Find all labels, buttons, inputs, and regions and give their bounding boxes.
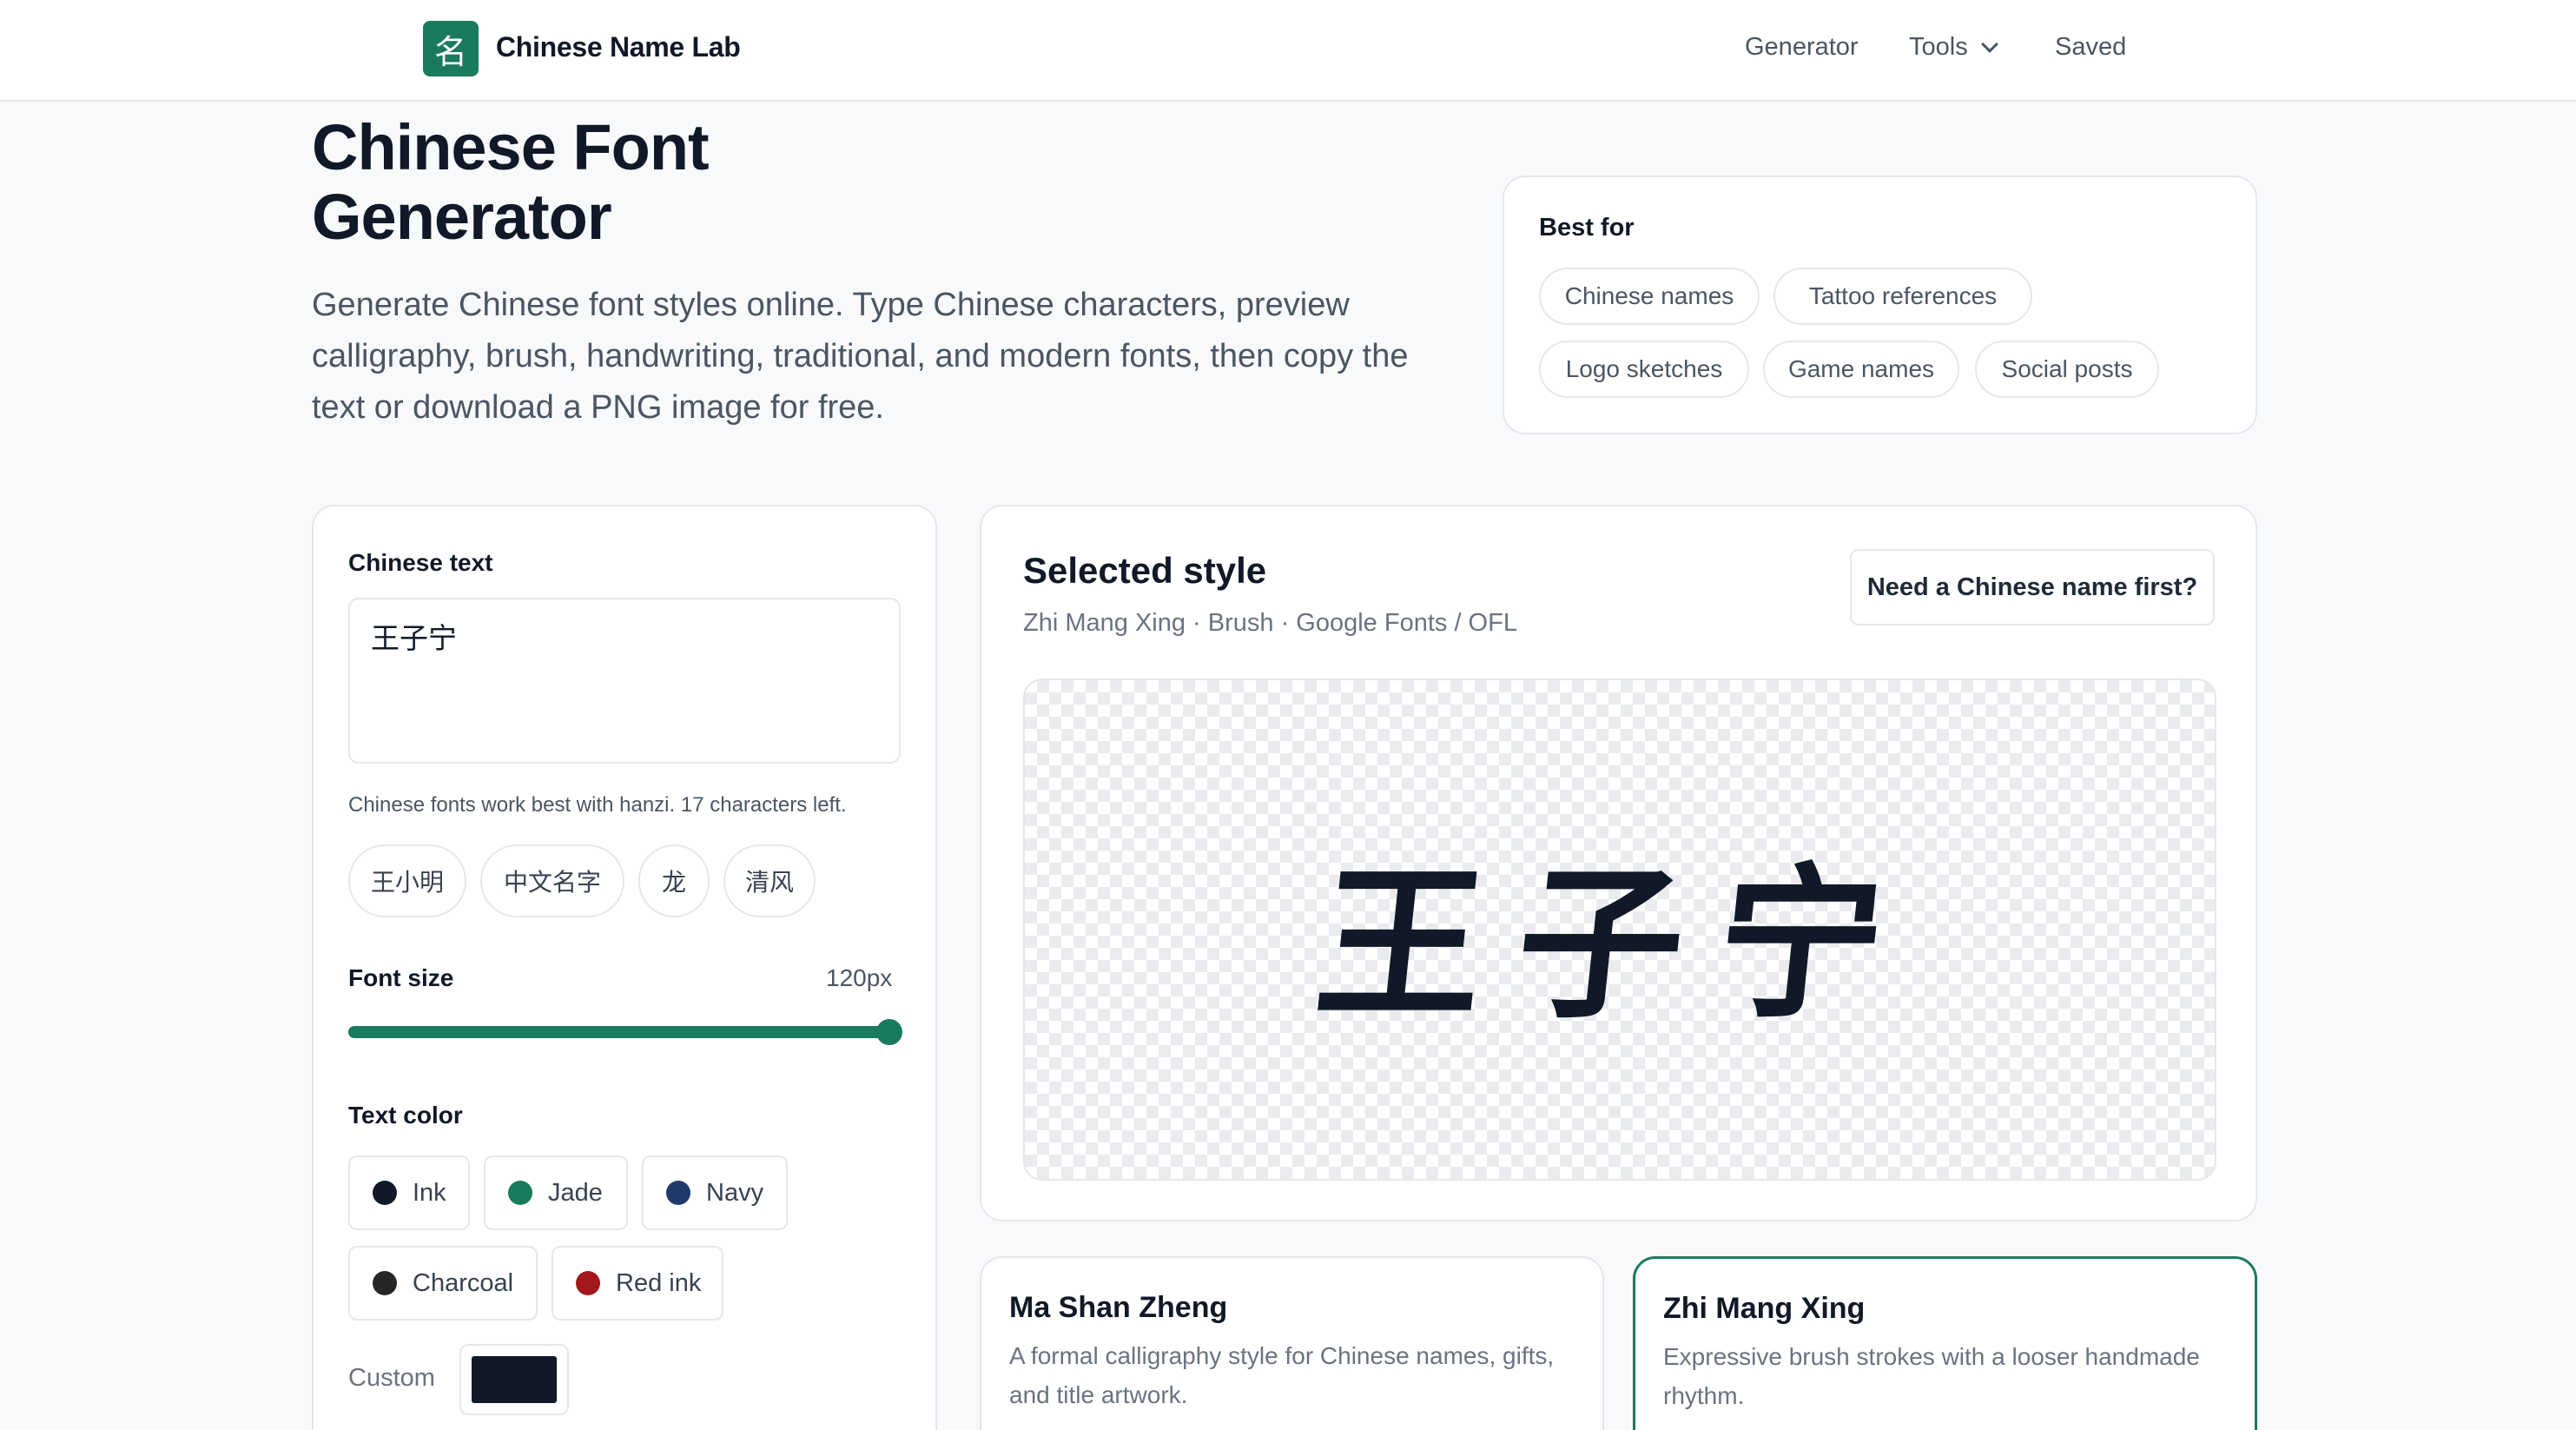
- best-for-card: Best for Chinese names Tattoo references…: [1503, 175, 2257, 434]
- brand-name[interactable]: Chinese Name Lab: [496, 31, 741, 63]
- font-size-label: Font size: [348, 964, 454, 991]
- best-for-chip: Social posts: [1975, 341, 2159, 398]
- selected-style-title: Selected style: [1023, 550, 1267, 591]
- font-size-slider-track[interactable]: [348, 1026, 888, 1038]
- top-navigation-bar: 名 Chinese Name Lab Generator Tools Saved: [0, 0, 2576, 102]
- color-swatch-label: Charcoal: [413, 1268, 514, 1297]
- font-preview-text: 王子宁: [1308, 846, 1929, 1041]
- editor-panel: Chinese text 王子宁 Chinese fonts work best…: [312, 505, 937, 1430]
- page-title: Chinese Font Generator: [312, 111, 710, 253]
- sample-chip[interactable]: 清风: [723, 844, 816, 917]
- font-size-slider-thumb[interactable]: [876, 1019, 902, 1045]
- color-dot-icon: [666, 1181, 690, 1205]
- best-for-chip: Game names: [1763, 341, 1959, 398]
- nav-tools-label: Tools: [1909, 33, 1968, 61]
- chinese-text-input[interactable]: 王子宁: [348, 598, 901, 764]
- color-dot-icon: [373, 1271, 397, 1295]
- color-swatch-charcoal[interactable]: Charcoal: [348, 1246, 538, 1321]
- chevron-down-icon: [1980, 35, 1998, 53]
- character-count-help: Chinese fonts work best with hanzi. 17 c…: [348, 793, 847, 817]
- font-option-description: A formal calligraphy style for Chinese n…: [1009, 1342, 1555, 1408]
- color-swatch-red-ink[interactable]: Red ink: [552, 1246, 723, 1321]
- nav-saved-link[interactable]: Saved: [2055, 33, 2126, 62]
- color-dot-icon: [508, 1181, 532, 1205]
- font-preview-canvas: 王子宁: [1023, 679, 2216, 1181]
- custom-color-preview: [472, 1356, 557, 1403]
- selected-style-meta: Zhi Mang Xing · Brush · Google Fonts / O…: [1023, 609, 1517, 637]
- color-swatch-ink[interactable]: Ink: [348, 1155, 470, 1230]
- font-option-name: Zhi Mang Xing: [1663, 1292, 1866, 1325]
- best-for-chip: Logo sketches: [1539, 341, 1749, 398]
- font-option-card-selected[interactable]: Zhi Mang Xing Expressive brush strokes w…: [1633, 1256, 2257, 1430]
- color-dot-icon: [576, 1271, 600, 1295]
- color-dot-icon: [373, 1181, 397, 1205]
- color-swatch-label: Jade: [548, 1178, 603, 1207]
- page-description: Generate Chinese font styles online. Typ…: [312, 287, 1409, 426]
- custom-color-label: Custom: [348, 1364, 435, 1392]
- font-option-card[interactable]: Ma Shan Zheng A formal calligraphy style…: [980, 1256, 1604, 1430]
- sample-chip[interactable]: 中文名字: [480, 844, 624, 917]
- font-option-name: Ma Shan Zheng: [1009, 1291, 1228, 1324]
- color-swatch-jade[interactable]: Jade: [484, 1155, 628, 1230]
- sample-chip[interactable]: 王小明: [348, 844, 466, 917]
- preview-panel: Selected style Zhi Mang Xing · Brush · G…: [980, 505, 2257, 1221]
- best-for-chip: Tattoo references: [1773, 268, 2032, 325]
- nav-generator-link[interactable]: Generator: [1745, 33, 1859, 62]
- chinese-text-label: Chinese text: [348, 549, 493, 576]
- font-size-value: 120px: [826, 964, 893, 991]
- logo-icon[interactable]: 名: [423, 21, 479, 76]
- color-swatch-label: Red ink: [616, 1268, 702, 1297]
- sample-chip[interactable]: 龙: [638, 844, 710, 917]
- color-swatch-label: Ink: [413, 1178, 446, 1207]
- need-chinese-name-button[interactable]: Need a Chinese name first?: [1850, 549, 2215, 626]
- color-swatch-label: Navy: [706, 1178, 764, 1207]
- best-for-title: Best for: [1539, 214, 1635, 242]
- text-color-label: Text color: [348, 1102, 463, 1129]
- nav-tools-menu[interactable]: Tools: [1909, 33, 1998, 62]
- best-for-chip: Chinese names: [1539, 268, 1760, 325]
- font-option-description: Expressive brush strokes with a looser h…: [1663, 1343, 2200, 1409]
- color-swatch-navy[interactable]: Navy: [642, 1155, 788, 1230]
- custom-color-picker[interactable]: [459, 1344, 569, 1415]
